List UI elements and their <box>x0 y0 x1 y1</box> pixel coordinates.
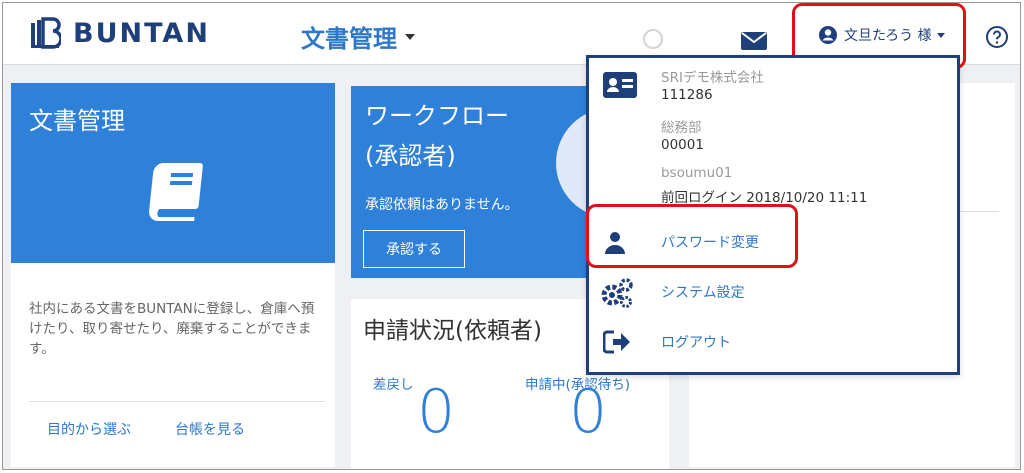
sign-out-icon <box>603 330 630 354</box>
highlight-password-change <box>586 204 798 268</box>
approve-button[interactable]: 承認する <box>363 230 465 268</box>
chevron-down-icon <box>405 33 415 40</box>
department-name: 総務部 <box>661 120 702 136</box>
view-ledger-link[interactable]: 台帳を見る <box>175 419 245 439</box>
app-title-menu[interactable]: 文書管理 <box>301 19 415 54</box>
divider <box>959 211 999 212</box>
gears-icon <box>601 278 633 308</box>
buntan-logo-icon <box>31 17 61 49</box>
company-name: SRIデモ株式会社 <box>661 70 764 86</box>
divider <box>29 401 325 402</box>
user-id: bsoumu01 <box>661 165 733 181</box>
returned-count[interactable]: 0 <box>417 377 455 447</box>
pending-count[interactable]: 0 <box>569 377 607 447</box>
mail-icon[interactable] <box>741 32 767 50</box>
company-code: 111286 <box>661 87 713 103</box>
book-icon <box>149 163 203 221</box>
logo-text: BUNTAN <box>73 17 210 49</box>
department-code: 00001 <box>661 137 704 153</box>
card-description: 社内にある文書をBUNTANに登録し、倉庫へ預けたり、取り寄せたり、廃棄すること… <box>29 301 315 357</box>
help-icon[interactable] <box>985 25 1009 49</box>
system-settings-label[interactable]: システム設定 <box>661 282 745 302</box>
card-title: ワークフロー (承認者) <box>365 96 509 176</box>
returned-label[interactable]: 差戻し <box>373 373 414 393</box>
choose-by-purpose-link[interactable]: 目的から選ぶ <box>47 419 131 439</box>
no-requests-message: 承認依頼はありません。 <box>365 197 519 213</box>
document-management-header[interactable]: 文書管理 <box>11 83 335 263</box>
document-management-card: 文書管理 社内にある文書をBUNTANに登録し、倉庫へ預けたり、取り寄せたり、廃… <box>11 83 335 467</box>
logout-label[interactable]: ログアウト <box>661 332 731 352</box>
card-title: 申請状況(依頼者) <box>363 318 542 344</box>
card-title-line2: (承認者) <box>365 142 456 170</box>
loading-spinner-icon <box>643 29 663 49</box>
card-title: 文書管理 <box>29 107 125 135</box>
id-card-icon <box>603 72 637 98</box>
card-title-line1: ワークフロー <box>365 102 509 130</box>
app-title: 文書管理 <box>301 25 397 53</box>
logo[interactable]: BUNTAN <box>29 17 210 49</box>
last-login: 前回ログイン 2018/10/20 11:11 <box>661 190 868 206</box>
